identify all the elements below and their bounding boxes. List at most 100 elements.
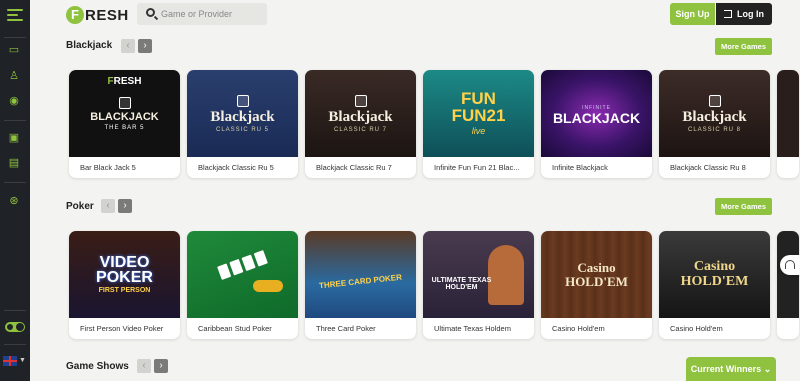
trophy-icon[interactable]: ♙ bbox=[7, 69, 21, 83]
game-card[interactable]: VIDEO POKER FIRST PERSON First Person Vi… bbox=[69, 231, 180, 339]
game-card-partial[interactable] bbox=[777, 70, 799, 178]
game-art-title: Blackjack bbox=[328, 108, 393, 125]
section-title-poker: Poker bbox=[66, 201, 94, 212]
gift-icon[interactable]: ▣ bbox=[7, 131, 21, 145]
game-name: Casino Hold'em bbox=[552, 324, 605, 333]
game-thumbnail: VIDEO POKER FIRST PERSON bbox=[69, 231, 180, 318]
game-name: Ultimate Texas Holdem bbox=[434, 324, 511, 333]
poker-games-row: VIDEO POKER FIRST PERSON First Person Vi… bbox=[69, 231, 799, 339]
menu-icon[interactable] bbox=[7, 9, 23, 21]
game-art-subtitle: live bbox=[471, 125, 486, 136]
game-art-subtitle: CLASSIC RU 7 bbox=[333, 126, 387, 133]
game-art-subtitle: CLASSIC RU 5 bbox=[215, 126, 269, 133]
sidebar: ▭ ♙ ◉ ▣ ▤ ⊛ ▼ bbox=[0, 0, 30, 381]
search-icon bbox=[146, 8, 155, 17]
chevron-down-icon[interactable]: ▼ bbox=[19, 357, 26, 364]
game-thumbnail: Casino HOLD'EM bbox=[541, 231, 652, 318]
game-thumbnail: Casino HOLD'EM bbox=[659, 231, 770, 318]
game-art-title: BLACKJACK bbox=[552, 109, 641, 126]
game-art-subtitle: CLASSIC RU 8 bbox=[687, 126, 741, 133]
game-art-title: Casino HOLD'EM bbox=[680, 258, 749, 289]
cards-icon bbox=[354, 94, 367, 107]
game-art-title: Casino HOLD'EM bbox=[565, 259, 628, 289]
cards-icon bbox=[708, 94, 721, 107]
section-title-blackjack: Blackjack bbox=[66, 40, 113, 51]
game-art-title: THREE CARD POKER bbox=[318, 272, 403, 290]
cards-graphic bbox=[217, 249, 268, 280]
game-thumbnail: THREE CARD POKER bbox=[305, 231, 416, 318]
game-name: Bar Black Jack 5 bbox=[80, 163, 136, 172]
sidebar-divider bbox=[4, 344, 26, 345]
game-thumbnail bbox=[777, 70, 799, 157]
game-card[interactable]: Casino HOLD'EM Casino Hold'em bbox=[541, 231, 652, 339]
brand-logo[interactable]: F RESH bbox=[66, 5, 129, 25]
game-card[interactable]: FRESH BLACKJACK THE BAR 5 Bar Black Jack… bbox=[69, 70, 180, 178]
game-card[interactable]: Caribbean Stud Poker bbox=[187, 231, 298, 339]
game-card[interactable]: Blackjack CLASSIC RU 7 Blackjack Classic… bbox=[305, 70, 416, 178]
fresh-mark: FRESH bbox=[107, 76, 142, 87]
game-thumbnail: Blackjack CLASSIC RU 7 bbox=[305, 70, 416, 157]
game-name: Blackjack Classic Ru 8 bbox=[670, 163, 746, 172]
logo-badge: F bbox=[66, 6, 84, 24]
game-card[interactable]: FUN FUN21 live Infinite Fun Fun 21 Blac.… bbox=[423, 70, 534, 178]
search-box[interactable] bbox=[137, 3, 267, 25]
game-card[interactable]: Blackjack CLASSIC RU 8 Blackjack Classic… bbox=[659, 70, 770, 178]
game-card-partial[interactable] bbox=[777, 231, 799, 339]
game-thumbnail: Blackjack CLASSIC RU 5 bbox=[187, 70, 298, 157]
game-art-title: FUN FUN21 bbox=[451, 89, 506, 125]
blackjack-games-row: FRESH BLACKJACK THE BAR 5 Bar Black Jack… bbox=[69, 70, 799, 178]
game-thumbnail: FUN FUN21 live bbox=[423, 70, 534, 157]
game-shows-prev-button[interactable]: ‹ bbox=[137, 359, 151, 373]
game-name: Three Card Poker bbox=[316, 324, 376, 333]
game-name: Blackjack Classic Ru 7 bbox=[316, 163, 392, 172]
login-label: Log In bbox=[737, 9, 764, 19]
cards-icon[interactable]: ▭ bbox=[7, 43, 21, 57]
signup-button[interactable]: Sign Up bbox=[670, 3, 715, 25]
game-card[interactable]: INFINITE BLACKJACK Infinite Blackjack bbox=[541, 70, 652, 178]
game-thumbnail: ULTIMATE TEXAS HOLD'EM bbox=[423, 231, 534, 318]
chip-icon[interactable]: ◉ bbox=[7, 94, 21, 108]
poker-prev-button[interactable]: ‹ bbox=[101, 199, 115, 213]
poker-next-button[interactable]: › bbox=[118, 199, 132, 213]
logo-word: RESH bbox=[85, 6, 129, 24]
calendar-icon[interactable]: ▤ bbox=[7, 156, 21, 170]
game-card[interactable]: ULTIMATE TEXAS HOLD'EM Ultimate Texas Ho… bbox=[423, 231, 534, 339]
game-thumbnail bbox=[187, 231, 298, 318]
game-art-title: VIDEO POKER bbox=[96, 253, 153, 286]
login-button[interactable]: Log In bbox=[716, 3, 772, 25]
game-name: Blackjack Classic Ru 5 bbox=[198, 163, 274, 172]
blackjack-next-button[interactable]: › bbox=[138, 39, 152, 53]
login-icon bbox=[724, 10, 732, 18]
game-card[interactable]: THREE CARD POKER Three Card Poker bbox=[305, 231, 416, 339]
cards-icon bbox=[236, 94, 249, 107]
chevron-down-icon: ⌄ bbox=[763, 363, 772, 374]
cards-icon bbox=[118, 96, 131, 109]
game-card[interactable]: Casino HOLD'EM Casino Hold'em bbox=[659, 231, 770, 339]
game-name: Casino Hold'em bbox=[670, 324, 723, 333]
blackjack-more-games-button[interactable]: More Games bbox=[715, 38, 772, 55]
theme-toggle[interactable] bbox=[5, 322, 25, 332]
game-thumbnail: Blackjack CLASSIC RU 8 bbox=[659, 70, 770, 157]
blackjack-prev-button[interactable]: ‹ bbox=[121, 39, 135, 53]
game-art-title: ULTIMATE TEXAS HOLD'EM bbox=[431, 276, 492, 291]
sidebar-divider bbox=[4, 37, 26, 38]
current-winners-button[interactable]: Current Winners ⌄ bbox=[686, 357, 776, 381]
sidebar-divider bbox=[4, 310, 26, 311]
current-winners-label: Current Winners bbox=[690, 363, 762, 374]
support-headset-icon[interactable] bbox=[780, 255, 800, 275]
game-shows-next-button[interactable]: › bbox=[154, 359, 168, 373]
chip-graphic bbox=[252, 279, 283, 292]
vip-icon[interactable]: ⊛ bbox=[7, 194, 21, 208]
game-card[interactable]: Blackjack CLASSIC RU 5 Blackjack Classic… bbox=[187, 70, 298, 178]
game-thumbnail: INFINITE BLACKJACK bbox=[541, 70, 652, 157]
game-art-subtitle: FIRST PERSON bbox=[98, 287, 151, 295]
uk-flag-icon[interactable] bbox=[3, 356, 17, 366]
game-name: First Person Video Poker bbox=[80, 324, 164, 333]
sidebar-divider bbox=[4, 120, 26, 121]
game-thumbnail: FRESH BLACKJACK THE BAR 5 bbox=[69, 70, 180, 157]
game-art-title: Blackjack bbox=[210, 108, 275, 125]
game-name: Infinite Fun Fun 21 Blac... bbox=[434, 163, 520, 172]
search-input[interactable] bbox=[161, 6, 261, 22]
section-title-game-shows: Game Shows bbox=[66, 361, 129, 372]
poker-more-games-button[interactable]: More Games bbox=[715, 198, 772, 215]
